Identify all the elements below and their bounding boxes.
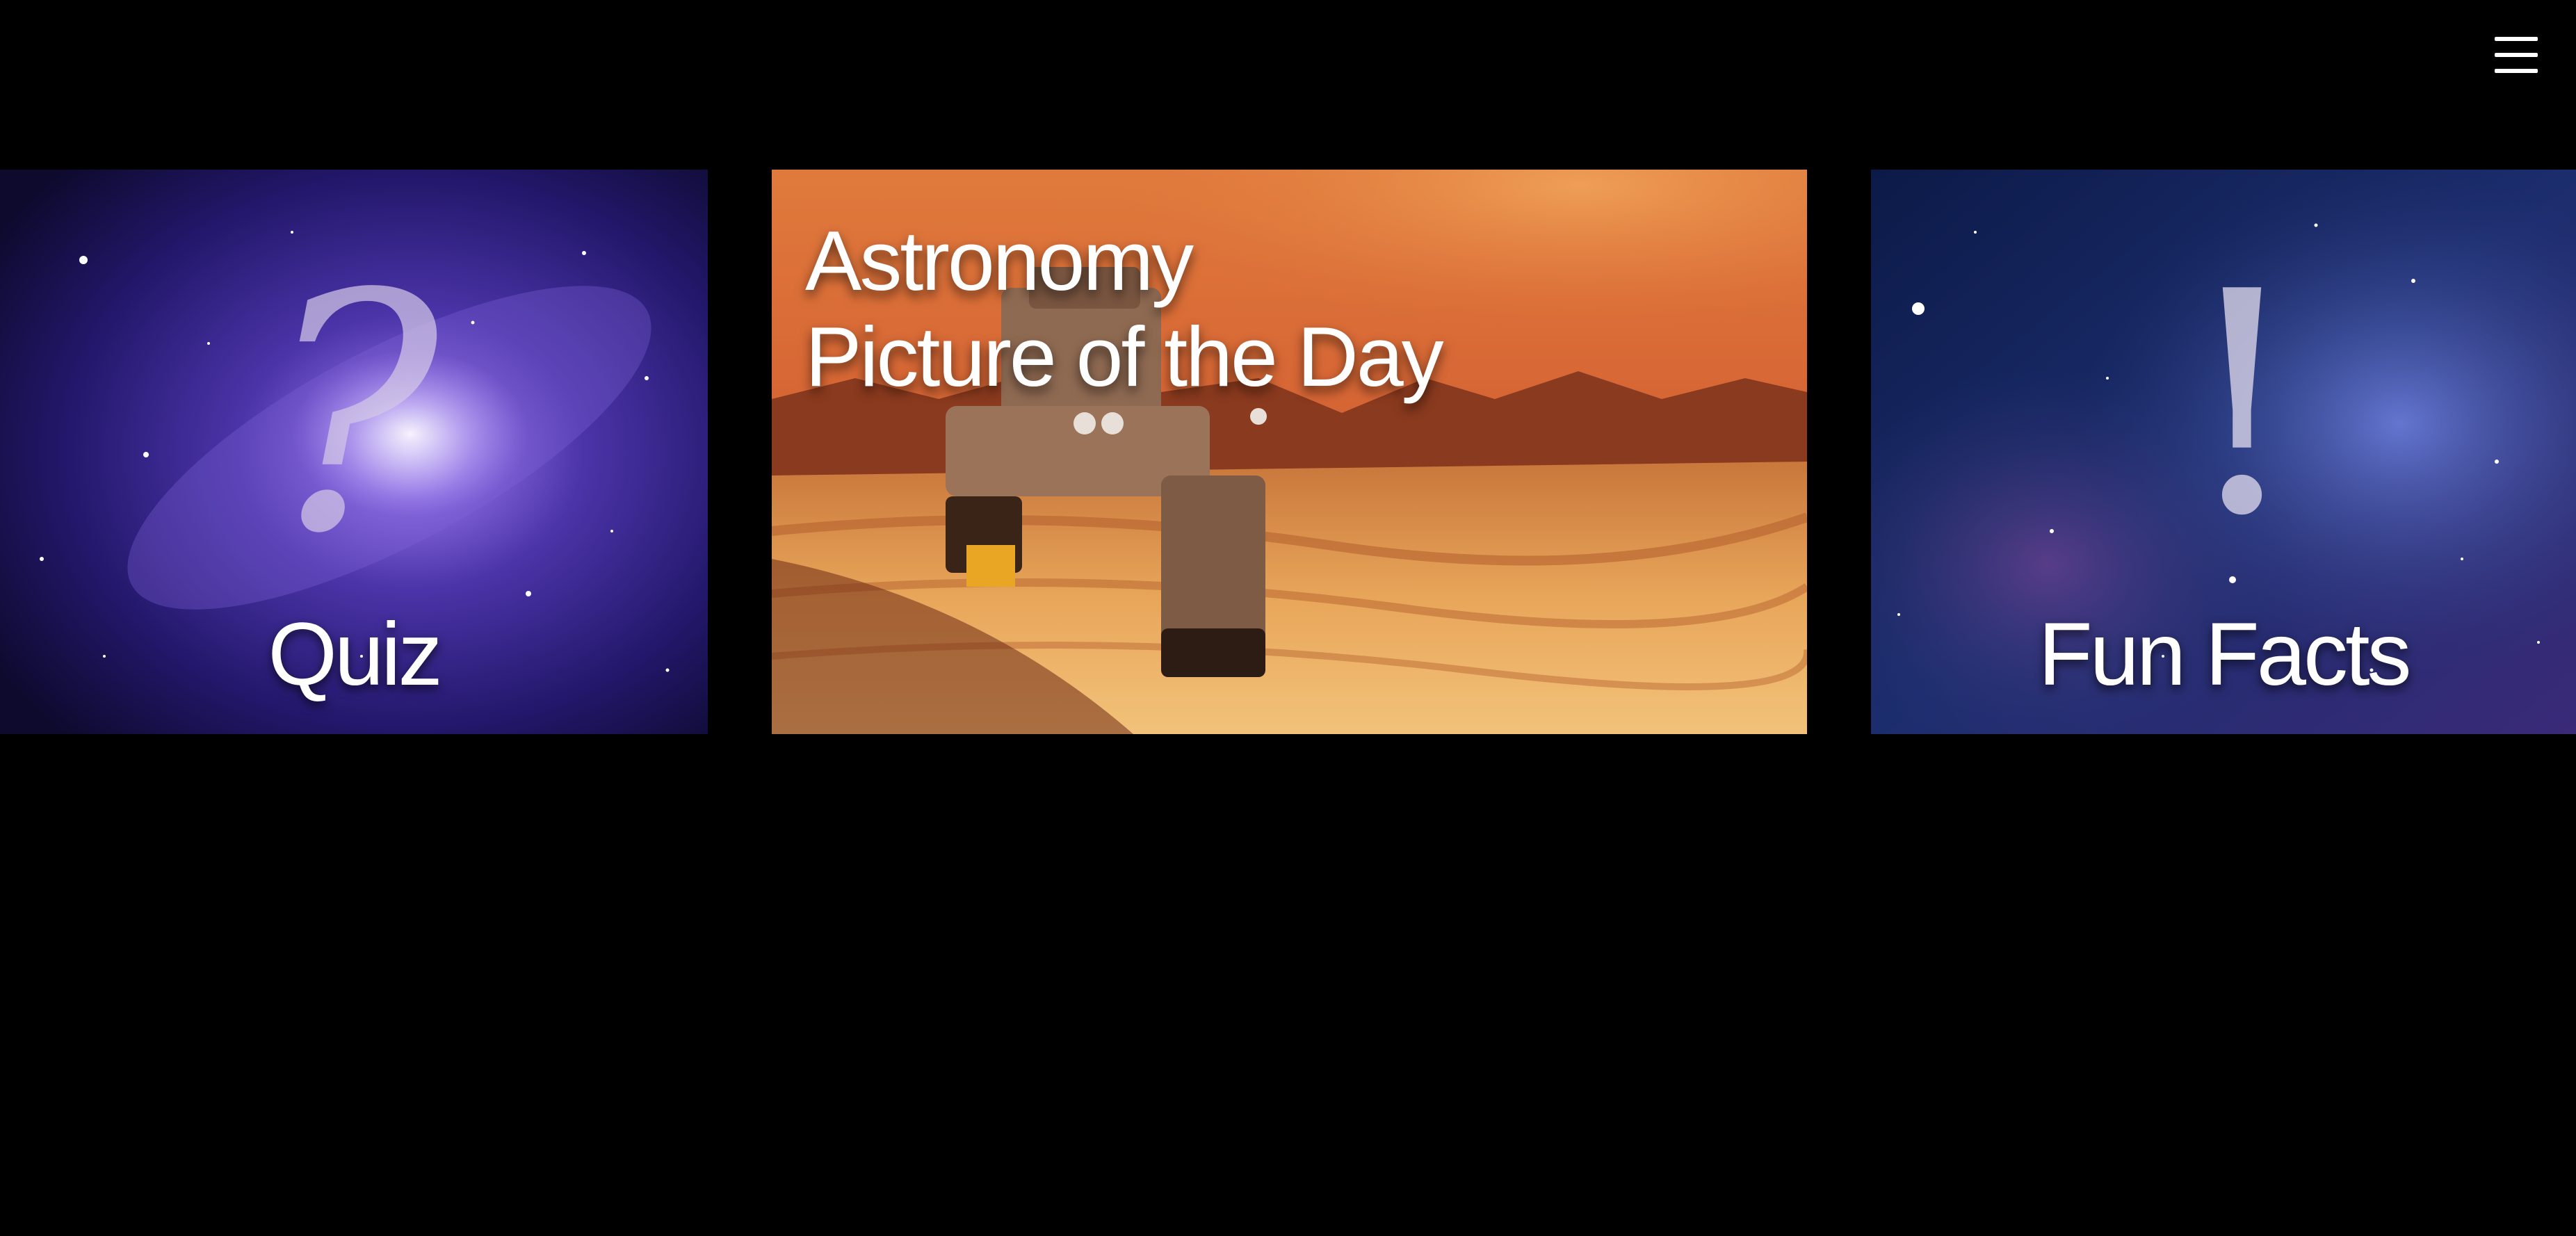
page: ? Quiz Astronomy Picture of the Day ! Fu…: [0, 0, 2576, 1236]
quiz-card[interactable]: ? Quiz: [0, 170, 708, 734]
apod-title: Astronomy Picture of the Day: [805, 213, 1444, 405]
apod-title-line2: Picture of the Day: [805, 309, 1444, 404]
apod-title-line1: Astronomy: [805, 213, 1194, 308]
hamburger-menu-icon[interactable]: [2493, 34, 2539, 76]
fun-facts-card[interactable]: ! Fun Facts: [1871, 170, 2576, 734]
menu-icon-graphic: [2495, 37, 2538, 73]
fun-facts-label: Fun Facts: [2038, 605, 2411, 704]
quiz-label: Quiz: [268, 605, 442, 704]
exclamation-mark-icon: !: [2180, 227, 2303, 583]
question-mark-icon: ?: [264, 225, 439, 605]
apod-card[interactable]: Astronomy Picture of the Day: [772, 170, 1807, 734]
